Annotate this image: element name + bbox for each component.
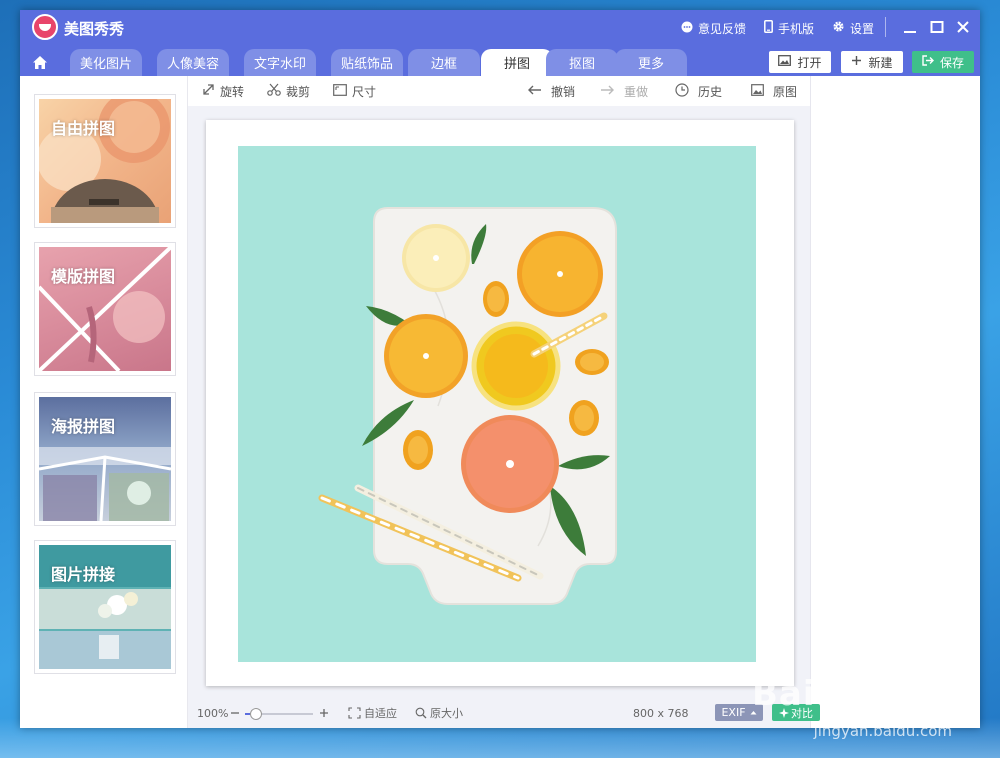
minimize-button[interactable] — [899, 16, 921, 38]
tab-more[interactable]: 更多 — [615, 49, 687, 76]
redo-arrow-icon — [600, 84, 615, 98]
scissors-icon — [267, 83, 281, 99]
tab-frame[interactable]: 边框 — [408, 49, 480, 76]
app-title: 美图秀秀 — [64, 20, 125, 38]
maximize-icon — [930, 21, 944, 33]
tab-text-watermark[interactable]: 文字水印 — [244, 49, 316, 76]
mobile-link[interactable]: 手机版 — [764, 19, 814, 37]
feedback-label: 意见反馈 — [698, 21, 747, 36]
history-button[interactable]: 历史 — [675, 82, 723, 100]
close-icon — [957, 21, 969, 33]
export-icon — [922, 55, 934, 69]
chat-bubble-icon — [681, 21, 693, 36]
save-button[interactable]: 保存 — [912, 51, 974, 73]
maximize-button[interactable] — [926, 16, 948, 38]
original-button[interactable]: 原图 — [751, 83, 797, 99]
size-label: 尺寸 — [352, 84, 377, 99]
stitch-collage-label: 图片拼接 — [51, 565, 116, 584]
template-collage-label: 模版拼图 — [51, 267, 116, 286]
undo-label: 撤销 — [551, 84, 576, 99]
zoom-slider[interactable] — [245, 708, 313, 720]
fit-button[interactable]: 自适应 — [348, 705, 397, 721]
phone-icon — [764, 20, 773, 36]
open-label: 打开 — [797, 55, 822, 70]
rotate-button[interactable]: 旋转 — [202, 83, 244, 99]
plus-icon — [851, 55, 862, 69]
canvas-area — [188, 106, 810, 696]
template-collage-thumbnail: 模版拼图 — [39, 247, 171, 371]
zoom-out-button[interactable] — [230, 705, 240, 721]
app-logo-icon — [32, 14, 58, 40]
undo-arrow-icon — [527, 84, 542, 98]
fit-label: 自适应 — [364, 707, 397, 720]
picture-icon — [751, 83, 764, 99]
poster-collage-label: 海报拼图 — [51, 417, 116, 436]
right-panel — [810, 76, 980, 728]
collage-canvas[interactable] — [206, 120, 794, 686]
free-collage-label: 自由拼图 — [51, 119, 116, 138]
redo-button[interactable]: 重做 — [600, 83, 648, 99]
collage-mode-stitch[interactable]: 图片拼接 — [34, 540, 176, 674]
crop-button[interactable]: 裁剪 — [267, 83, 310, 99]
collage-mode-panel: 自由拼图 模版拼图 海报拼图 图片拼接 — [20, 76, 188, 728]
rotate-label: 旋转 — [220, 84, 245, 99]
status-bar: 100% 自适应 原大小 800 x 768 EXIF 对比 — [188, 696, 820, 728]
poster-collage-thumbnail: 海报拼图 — [39, 397, 171, 521]
collage-mode-template[interactable]: 模版拼图 — [34, 242, 176, 376]
citrus-photo-drawing — [318, 207, 617, 605]
main-tab-bar: 美化图片 人像美容 文字水印 贴纸饰品 边框 拼图 抠图 更多 打开 新建 保存 — [20, 46, 980, 76]
tab-portrait[interactable]: 人像美容 — [157, 49, 229, 76]
title-separator — [885, 17, 886, 37]
rotate-arrow-icon — [202, 83, 215, 99]
close-button[interactable] — [952, 16, 974, 38]
mobile-label: 手机版 — [778, 21, 815, 36]
minus-icon — [231, 712, 239, 714]
exif-label: EXIF — [721, 706, 746, 719]
feedback-link[interactable]: 意见反馈 — [681, 19, 746, 37]
gear-icon — [832, 20, 845, 36]
home-button[interactable] — [28, 51, 52, 73]
plus-small-icon — [320, 709, 328, 717]
tab-cutout[interactable]: 抠图 — [546, 49, 618, 76]
photo-citrus-board[interactable] — [238, 146, 756, 662]
redo-label: 重做 — [624, 84, 649, 99]
collage-mode-free[interactable]: 自由拼图 — [34, 94, 176, 228]
actual-size-button[interactable]: 原大小 — [415, 705, 463, 721]
settings-link[interactable]: 设置 — [832, 19, 874, 37]
watermark-main-text: Baidu经验 — [752, 674, 937, 714]
zoom-slider-handle[interactable] — [250, 708, 263, 720]
stitch-collage-thumbnail: 图片拼接 — [39, 545, 171, 669]
home-icon — [33, 55, 47, 69]
clock-icon — [675, 82, 689, 100]
free-collage-thumbnail: 自由拼图 — [39, 99, 171, 223]
open-button[interactable]: 打开 — [769, 51, 831, 73]
zoom-in-button[interactable] — [319, 705, 329, 721]
settings-label: 设置 — [850, 21, 875, 36]
history-label: 历史 — [698, 84, 723, 99]
new-button[interactable]: 新建 — [841, 51, 903, 73]
resize-frame-icon — [333, 83, 347, 99]
crop-label: 裁剪 — [286, 84, 311, 99]
image-icon — [778, 55, 792, 69]
baidu-jingyan-watermark: Baidu经验 jingyan.baidu.com — [752, 656, 952, 740]
magnifier-icon — [415, 707, 427, 719]
size-button[interactable]: 尺寸 — [333, 83, 376, 99]
watermark-sub-text: jingyan.baidu.com — [813, 722, 952, 740]
original-label: 原图 — [773, 84, 798, 99]
undo-button[interactable]: 撤销 — [527, 83, 575, 99]
edit-toolbar: 旋转 裁剪 尺寸 撤销 重做 历史 原图 — [188, 76, 810, 106]
zoom-percent: 100% — [197, 706, 229, 720]
minimize-icon — [904, 31, 916, 33]
collage-mode-poster[interactable]: 海报拼图 — [34, 392, 176, 526]
new-label: 新建 — [868, 55, 893, 70]
tab-beautify[interactable]: 美化图片 — [70, 49, 142, 76]
fit-frame-icon — [348, 707, 361, 719]
tab-collage[interactable]: 拼图 — [481, 49, 553, 76]
app-window: 美图秀秀 意见反馈 手机版 设置 美化图片 人像美容 文字水印 贴纸饰品 边框 … — [20, 10, 980, 728]
tab-stickers[interactable]: 贴纸饰品 — [331, 49, 403, 76]
save-label: 保存 — [939, 55, 964, 70]
image-dimensions: 800 x 768 — [633, 706, 689, 720]
actual-size-label: 原大小 — [430, 707, 463, 720]
title-bar: 美图秀秀 意见反馈 手机版 设置 — [20, 10, 980, 46]
